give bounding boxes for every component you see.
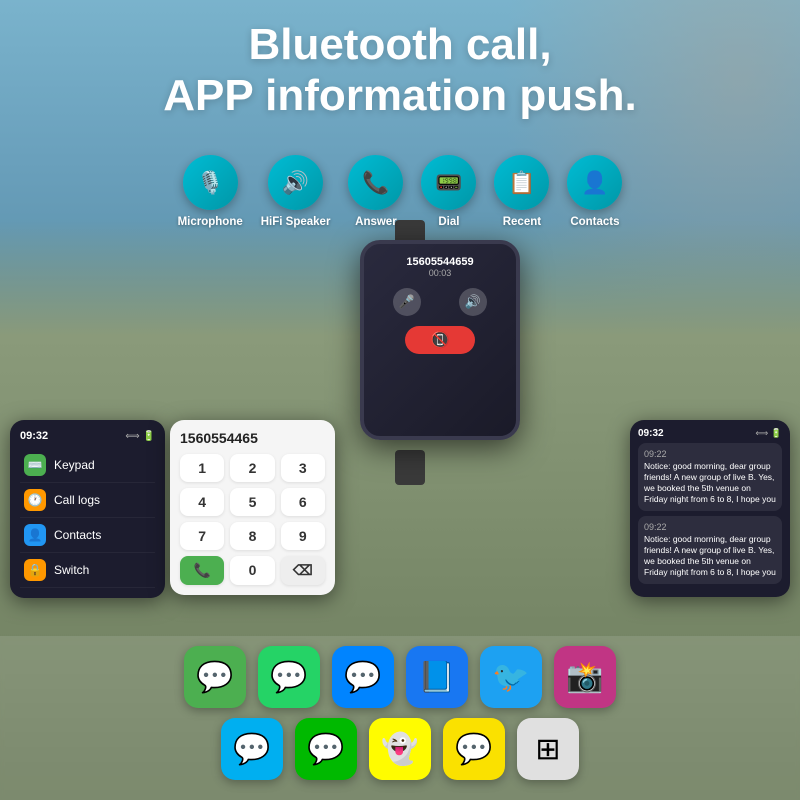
app-line[interactable]: 💬	[295, 718, 357, 780]
apps-section: 💬💬💬📘🐦📸 💬💬👻💬⊞	[0, 636, 800, 800]
notification-item-0: 09:22 Notice: good morning, dear group f…	[638, 443, 782, 511]
app-grid-app[interactable]: ⊞	[517, 718, 579, 780]
dial-label: Dial	[438, 216, 459, 228]
contacts-icon: 👤	[24, 524, 46, 546]
app-instagram[interactable]: 📸	[554, 646, 616, 708]
notif-time: 09:32	[638, 428, 664, 439]
app-messages[interactable]: 💬	[184, 646, 246, 708]
app-messenger[interactable]: 💬	[332, 646, 394, 708]
dial-key-6[interactable]: 7	[180, 522, 224, 550]
header: Bluetooth call,APP information push.	[0, 10, 800, 131]
app-twitter[interactable]: 🐦	[480, 646, 542, 708]
answer-icon: 📞	[348, 155, 403, 210]
dial-key-9[interactable]: 📞	[180, 556, 224, 585]
watch-strap-bottom	[395, 450, 425, 485]
dial-key-7[interactable]: 8	[230, 522, 274, 550]
dial-number-display: 1560554465	[180, 430, 325, 446]
notif-text-1: Notice: good morning, dear group friends…	[644, 534, 776, 578]
watch-call-duration: 00:03	[374, 268, 506, 278]
keypad-menu-call-logs[interactable]: 🕐 Call logs	[20, 483, 155, 518]
feature-contacts: 👤 Contacts	[567, 155, 622, 228]
keypad-menu-contacts[interactable]: 👤 Contacts	[20, 518, 155, 553]
dial-key-11[interactable]: ⌫	[281, 556, 325, 585]
dial-key-5[interactable]: 6	[281, 488, 325, 516]
watch-mute-btn[interactable]: 🎤	[393, 288, 421, 316]
watch-screen: 15605544659 00:03 🎤 🔊 📵	[364, 244, 516, 366]
keypad-label: Keypad	[54, 458, 95, 472]
keypad-menu-switch[interactable]: 🔒 Switch	[20, 553, 155, 588]
keypad-menu-list: ⌨️ Keypad 🕐 Call logs 👤 Contacts 🔒 Switc…	[20, 448, 155, 588]
dial-icon: 📟	[421, 155, 476, 210]
feature-microphone: 🎙️ Microphone	[178, 155, 243, 228]
app-skype[interactable]: 💬	[221, 718, 283, 780]
notif-text-0: Notice: good morning, dear group friends…	[644, 461, 776, 505]
app-whatsapp[interactable]: 💬	[258, 646, 320, 708]
recent-label: Recent	[503, 216, 541, 228]
contacts-label: Contacts	[570, 216, 619, 228]
keypad-icon: ⌨️	[24, 454, 46, 476]
microphone-icon: 🎙️	[183, 155, 238, 210]
answer-label: Answer	[355, 216, 397, 228]
microphone-label: Microphone	[178, 216, 243, 228]
apps-row-2: 💬💬👻💬⊞	[15, 718, 785, 780]
feature-recent: 📋 Recent	[494, 155, 549, 228]
watch-volume-btn[interactable]: 🔊	[459, 288, 487, 316]
hifi-speaker-icon: 🔊	[268, 155, 323, 210]
app-kakao[interactable]: 💬	[443, 718, 505, 780]
notification-item-1: 09:22 Notice: good morning, dear group f…	[638, 516, 782, 584]
notif-timestamp-1: 09:22	[644, 522, 776, 532]
keypad-menu-panel: 09:32 ⟺ 🔋 ⌨️ Keypad 🕐 Call logs 👤 Contac…	[10, 420, 165, 598]
notif-status-bar: 09:32 ⟺ 🔋	[638, 428, 782, 439]
dial-grid: 123 456 789 📞0⌫	[180, 454, 325, 585]
hifi-speaker-label: HiFi Speaker	[261, 216, 331, 228]
contacts-label: Contacts	[54, 528, 101, 542]
dial-pad-panel: 1560554465 123 456 789 📞0⌫	[170, 420, 335, 595]
keypad-menu-keypad[interactable]: ⌨️ Keypad	[20, 448, 155, 483]
dial-key-10[interactable]: 0	[230, 556, 274, 585]
dial-key-2[interactable]: 3	[281, 454, 325, 482]
dial-key-3[interactable]: 4	[180, 488, 224, 516]
dial-key-4[interactable]: 5	[230, 488, 274, 516]
notif-icons: ⟺ 🔋	[755, 428, 782, 439]
watch-call-number: 15605544659	[374, 256, 506, 268]
call-logs-label: Call logs	[54, 493, 100, 507]
apps-row-1: 💬💬💬📘🐦📸	[15, 646, 785, 708]
notif-timestamp-0: 09:22	[644, 449, 776, 459]
keypad-time: 09:32	[20, 430, 48, 442]
contacts-icon: 👤	[567, 155, 622, 210]
features-row: 🎙️ Microphone 🔊 HiFi Speaker 📞 Answer 📟 …	[0, 155, 800, 228]
watch-call-controls: 🎤 🔊	[374, 288, 506, 316]
header-title: Bluetooth call,APP information push.	[10, 20, 790, 121]
feature-hifi-speaker: 🔊 HiFi Speaker	[261, 155, 331, 228]
notif-list: 09:22 Notice: good morning, dear group f…	[638, 443, 782, 584]
app-facebook[interactable]: 📘	[406, 646, 468, 708]
keypad-battery-icon: ⟺ 🔋	[125, 431, 155, 442]
switch-icon: 🔒	[24, 559, 46, 581]
app-snapchat[interactable]: 👻	[369, 718, 431, 780]
watch-body: 15605544659 00:03 🎤 🔊 📵	[360, 240, 520, 440]
notification-panel: 09:32 ⟺ 🔋 09:22 Notice: good morning, de…	[630, 420, 790, 597]
feature-answer: 📞 Answer	[348, 155, 403, 228]
dial-key-0[interactable]: 1	[180, 454, 224, 482]
switch-label: Switch	[54, 563, 89, 577]
call-logs-icon: 🕐	[24, 489, 46, 511]
watch-end-call-area: 📵	[374, 326, 506, 354]
dial-key-8[interactable]: 9	[281, 522, 325, 550]
watch-end-btn[interactable]: 📵	[405, 326, 475, 354]
recent-icon: 📋	[494, 155, 549, 210]
keypad-status-bar: 09:32 ⟺ 🔋	[20, 430, 155, 442]
dial-key-1[interactable]: 2	[230, 454, 274, 482]
feature-dial: 📟 Dial	[421, 155, 476, 228]
